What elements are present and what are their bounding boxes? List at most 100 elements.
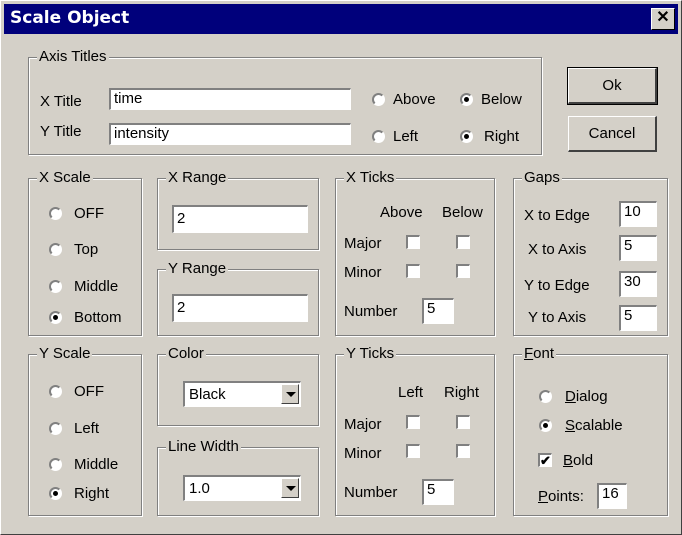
color-select[interactable]: Black [183, 381, 301, 407]
close-button[interactable]: ✕ [651, 8, 675, 30]
x-title-label: X Title [40, 93, 82, 110]
y-ticks-minor-left-checkbox[interactable] [406, 444, 420, 458]
x-ticks-legend: X Ticks [344, 169, 397, 187]
y-scale-middle-radio[interactable] [49, 458, 62, 471]
x-scale-group: X Scale OFF Top Middle Bottom [28, 169, 142, 336]
x-to-edge-input[interactable]: 10 [619, 201, 657, 227]
y-scale-left-label: Left [74, 420, 100, 437]
color-group: Color Black [157, 345, 319, 426]
y-ticks-minor-label: Minor [344, 445, 382, 462]
x-range-input[interactable]: 2 [172, 205, 308, 233]
cancel-button[interactable]: Cancel [568, 116, 657, 152]
x-title-above-radio[interactable] [372, 93, 385, 106]
y-scale-right-label: Right [74, 485, 110, 502]
y-ticks-group: Y Ticks Left Right Major Minor Number 5 [335, 345, 495, 516]
x-ticks-minor-label: Minor [344, 264, 382, 281]
ok-button[interactable]: Ok [567, 67, 658, 105]
x-ticks-major-below-checkbox[interactable] [456, 235, 470, 249]
close-icon: ✕ [656, 9, 670, 26]
x-title-above-label: Above [393, 91, 436, 108]
font-group: Font Dialog Scalable ✔ Bold Points: 16 [513, 345, 668, 516]
y-ticks-number-input[interactable]: 5 [422, 479, 454, 505]
x-to-axis-input[interactable]: 5 [619, 235, 657, 261]
y-ticks-major-left-checkbox[interactable] [406, 415, 420, 429]
x-scale-top-radio[interactable] [49, 243, 62, 256]
y-to-axis-input[interactable]: 5 [619, 305, 657, 331]
x-scale-top-label: Top [74, 241, 99, 258]
x-ticks-group: X Ticks Above Below Major Minor Number 5 [335, 169, 495, 336]
x-range-legend: X Range [166, 169, 229, 187]
y-range-group: Y Range 2 [157, 260, 319, 336]
y-title-left-label: Left [393, 128, 419, 145]
dialog-title: Scale Object [10, 8, 130, 28]
color-legend: Color [166, 345, 206, 363]
y-scale-right-radio[interactable] [49, 487, 62, 500]
scale-object-dialog: Scale Object ✕ Axis Titles X Title time … [0, 0, 682, 535]
y-scale-left-radio[interactable] [49, 422, 62, 435]
x-ticks-minor-below-checkbox[interactable] [456, 264, 470, 278]
x-to-edge-label: X to Edge [524, 207, 590, 224]
chevron-down-icon[interactable] [281, 384, 299, 404]
font-points-input[interactable]: 16 [597, 483, 627, 509]
font-dialog-radio[interactable] [539, 390, 552, 403]
font-bold-label: Bold [563, 452, 594, 469]
x-ticks-major-label: Major [344, 235, 382, 252]
font-points-label: Points: [538, 488, 584, 505]
x-ticks-number-input[interactable]: 5 [422, 298, 454, 324]
y-ticks-major-right-checkbox[interactable] [456, 415, 470, 429]
x-ticks-above-header: Above [380, 204, 423, 221]
x-title-below-label: Below [481, 91, 522, 108]
x-title-below-radio[interactable] [460, 93, 473, 106]
y-scale-off-label: OFF [74, 383, 104, 400]
title-bar: Scale Object ✕ [4, 4, 678, 34]
y-title-right-radio[interactable] [460, 130, 473, 143]
y-ticks-minor-right-checkbox[interactable] [456, 444, 470, 458]
x-scale-bottom-label: Bottom [74, 309, 122, 326]
y-title-left-radio[interactable] [372, 130, 385, 143]
x-scale-middle-label: Middle [74, 278, 119, 295]
gaps-legend: Gaps [522, 169, 562, 187]
y-ticks-right-header: Right [444, 384, 480, 401]
x-to-axis-label: X to Axis [528, 241, 587, 258]
y-scale-group: Y Scale OFF Left Middle Right [28, 345, 142, 516]
y-ticks-major-label: Major [344, 416, 382, 433]
x-ticks-below-header: Below [442, 204, 483, 221]
x-range-group: X Range 2 [157, 169, 319, 250]
y-scale-off-radio[interactable] [49, 385, 62, 398]
font-scalable-label: Scalable [565, 417, 623, 434]
gaps-group: Gaps X to Edge 10 X to Axis 5 Y to Edge … [513, 169, 668, 336]
font-legend: Font [522, 345, 557, 363]
axis-titles-legend: Axis Titles [37, 48, 109, 66]
y-title-label: Y Title [40, 123, 82, 140]
y-range-input[interactable]: 2 [172, 294, 308, 322]
x-ticks-major-above-checkbox[interactable] [406, 235, 420, 249]
line-width-legend: Line Width [166, 438, 241, 456]
x-scale-off-radio[interactable] [49, 207, 62, 220]
x-ticks-number-label: Number [344, 303, 398, 320]
axis-titles-group: Axis Titles X Title time Y Title intensi… [28, 48, 542, 155]
x-scale-middle-radio[interactable] [49, 280, 62, 293]
font-scalable-radio[interactable] [539, 419, 552, 432]
chevron-down-icon[interactable] [281, 478, 299, 498]
y-scale-middle-label: Middle [74, 456, 119, 473]
x-scale-bottom-radio[interactable] [49, 311, 62, 324]
line-width-select-value: 1.0 [189, 480, 210, 497]
color-select-value: Black [189, 386, 226, 403]
font-bold-checkbox[interactable]: ✔ [538, 453, 552, 467]
x-scale-legend: X Scale [37, 169, 93, 187]
y-scale-legend: Y Scale [37, 345, 93, 363]
line-width-select[interactable]: 1.0 [183, 475, 301, 501]
y-ticks-legend: Y Ticks [344, 345, 397, 363]
y-to-axis-label: Y to Axis [528, 309, 587, 326]
y-ticks-left-header: Left [398, 384, 424, 401]
font-dialog-label: Dialog [565, 388, 608, 405]
x-scale-off-label: OFF [74, 205, 104, 222]
y-range-legend: Y Range [166, 260, 229, 278]
y-ticks-number-label: Number [344, 484, 398, 501]
x-ticks-minor-above-checkbox[interactable] [406, 264, 420, 278]
y-to-edge-label: Y to Edge [524, 277, 590, 294]
y-title-input[interactable]: intensity [109, 123, 351, 145]
y-to-edge-input[interactable]: 30 [619, 271, 657, 297]
line-width-group: Line Width 1.0 [157, 438, 319, 516]
x-title-input[interactable]: time [109, 88, 351, 110]
